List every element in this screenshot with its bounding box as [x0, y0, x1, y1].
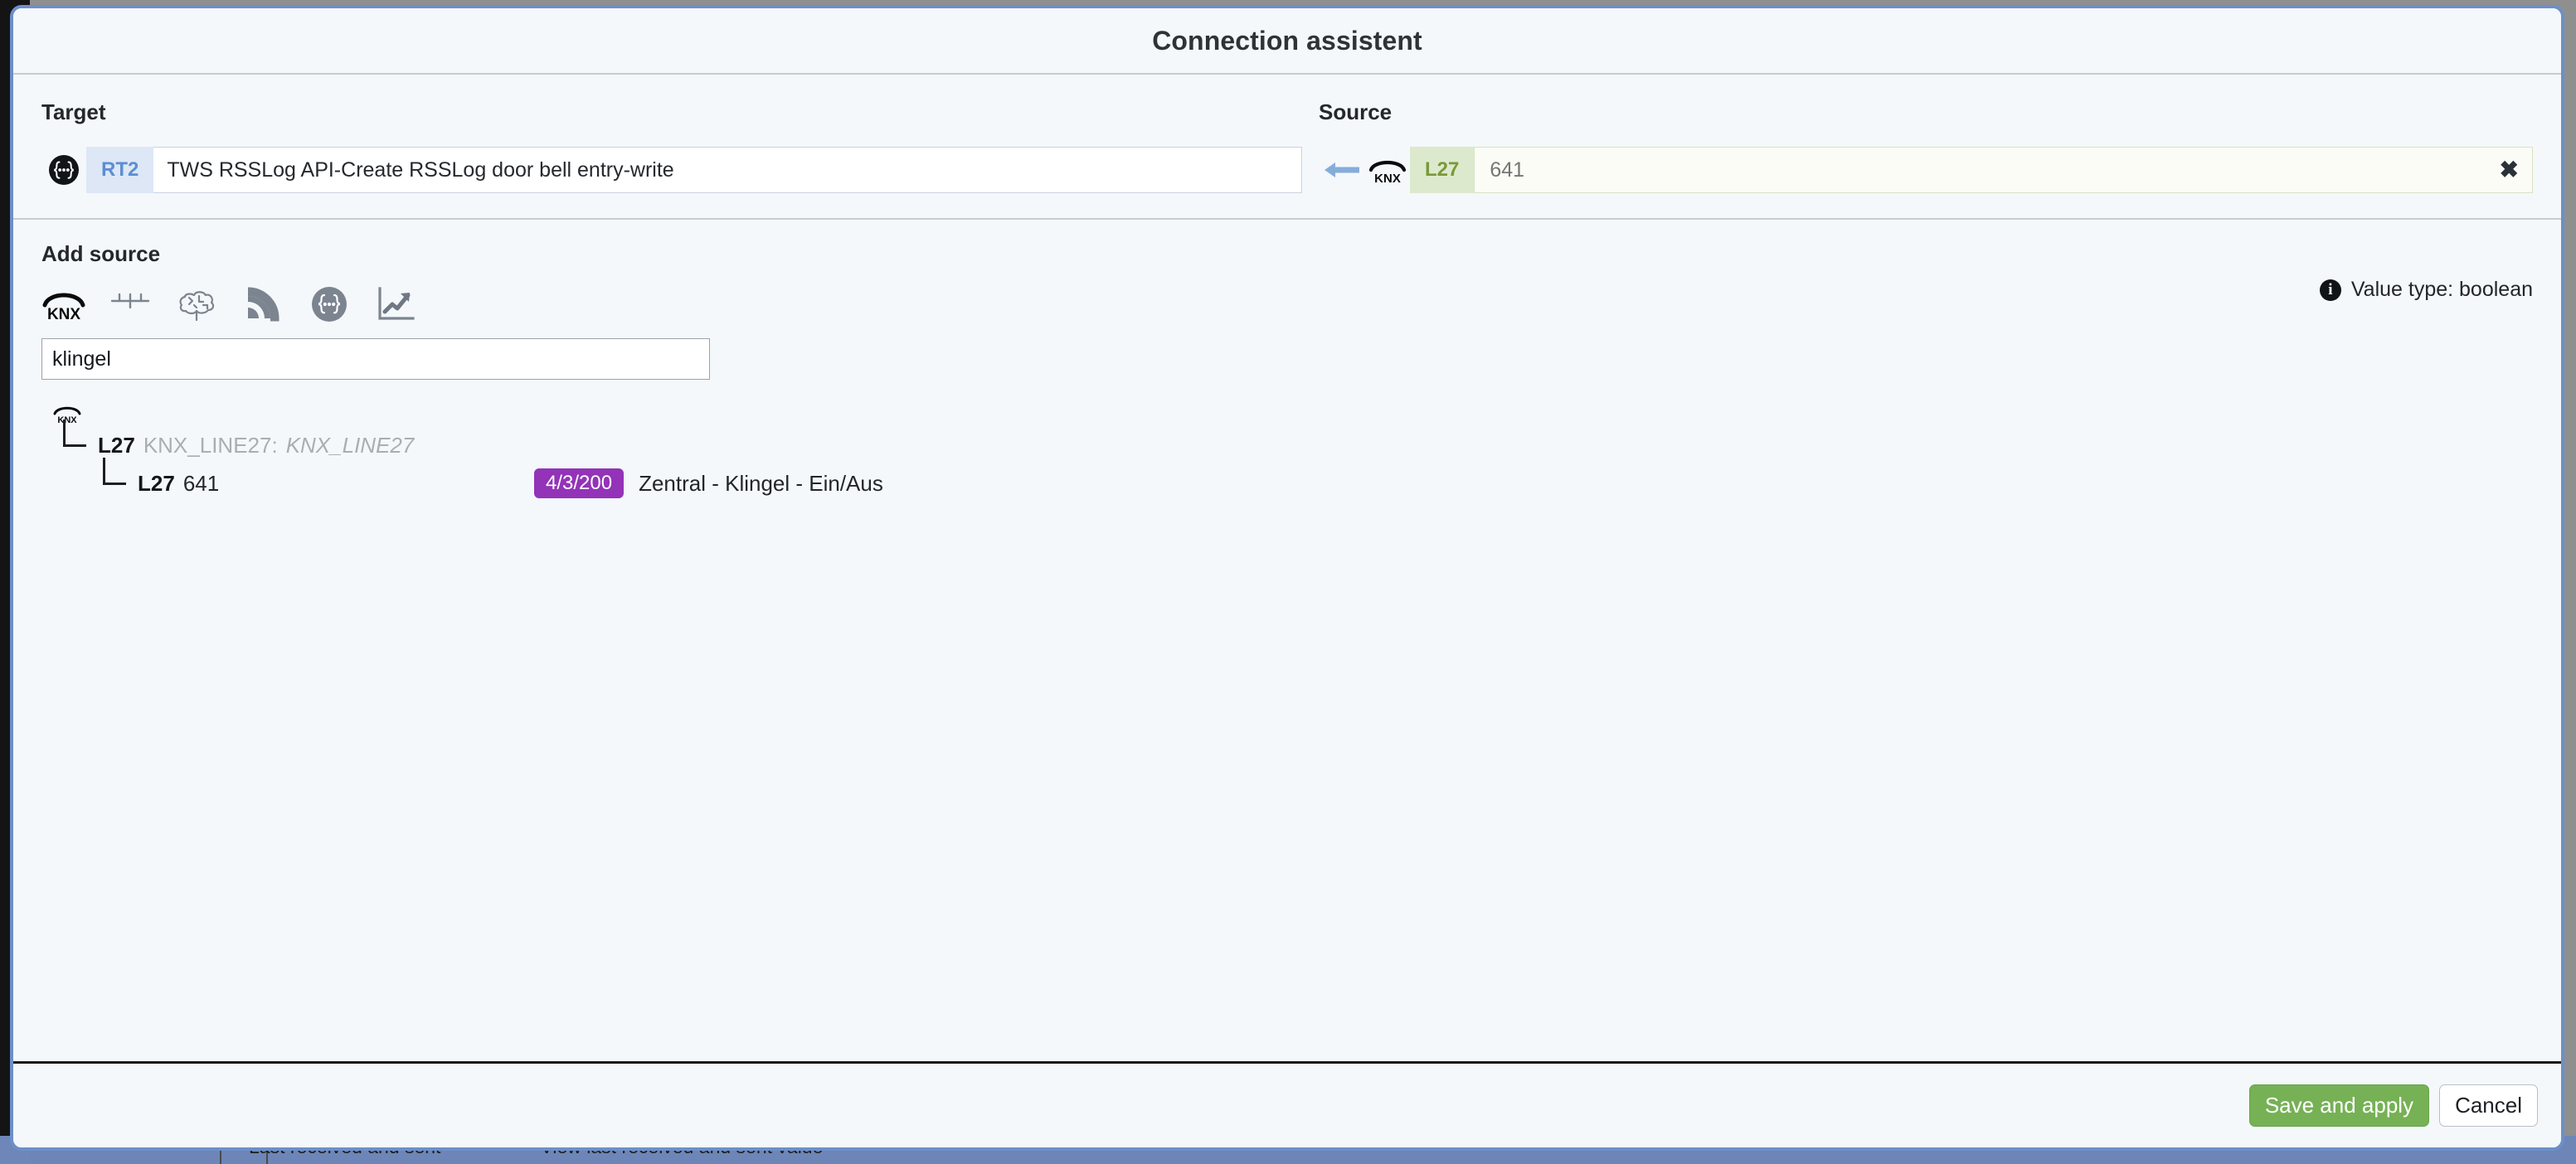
- save-and-apply-button[interactable]: Save and apply: [2248, 1084, 2430, 1128]
- source-results-tree: KNX L27 KNX_LINE27: KNX_LINE27 L27 641 4…: [13, 380, 2561, 502]
- add-source-section: Add source KNX i Value type: boolean kli…: [13, 220, 2561, 380]
- tree-item-value: 641: [182, 470, 220, 496]
- target-endpoint-row: RT2 TWS RSSLog API-Create RSSLog door be…: [41, 147, 1302, 193]
- group-address-description: Zentral - Klingel - Ein/Aus: [639, 470, 883, 496]
- source-type-tag: L27: [1425, 158, 1460, 181]
- group-address-badge: 4/3/200: [534, 468, 625, 498]
- target-type-tag: RT2: [101, 158, 139, 181]
- dialog-titlebar: Connection assistent: [13, 8, 2561, 75]
- source-heading: Source: [1319, 99, 1392, 124]
- tree-line-id: L27: [98, 432, 135, 458]
- source-value-field[interactable]: ✖: [1474, 147, 2533, 193]
- value-type-label: Value type: boolean: [2350, 278, 2533, 301]
- source-endpoint-row: KNX L27 ✖: [1319, 147, 2533, 193]
- knx-logo-icon[interactable]: KNX: [41, 285, 86, 323]
- svg-text:KNX: KNX: [57, 415, 77, 424]
- source-value-input[interactable]: [1488, 157, 2490, 183]
- dialog-title: Connection assistent: [1152, 25, 1422, 56]
- knx-logo-icon: KNX: [53, 403, 2533, 424]
- tree-item-id: L27: [138, 470, 175, 496]
- target-field-group: RT2 TWS RSSLog API-Create RSSLog door be…: [86, 147, 1302, 193]
- value-type-note: i Value type: boolean: [2319, 278, 2533, 302]
- tree-line-name: KNX_LINE27:: [143, 432, 278, 458]
- dialog-footer: Save and apply Cancel: [13, 1061, 2561, 1147]
- knx-logo-icon: KNX: [1365, 156, 1410, 184]
- connection-row: Target RT2 TWS RSSLog API-Create RSSLog …: [13, 75, 2561, 193]
- rss-signal-icon[interactable]: [241, 285, 285, 323]
- brain-icon[interactable]: [174, 285, 219, 323]
- clear-source-icon[interactable]: ✖: [2490, 158, 2519, 182]
- chart-trend-icon[interactable]: [373, 285, 418, 323]
- svg-text:KNX: KNX: [47, 306, 80, 321]
- cancel-button[interactable]: Cancel: [2439, 1084, 2538, 1128]
- target-value-field[interactable]: TWS RSSLog API-Create RSSLog door bell e…: [153, 147, 1302, 193]
- arrow-left-icon: [1319, 159, 1365, 181]
- source-type-selector: KNX: [41, 282, 2533, 327]
- tree-elbow-icon: [63, 420, 93, 459]
- add-source-heading: Add source: [41, 241, 161, 266]
- tree-elbow-icon: [103, 458, 133, 497]
- source-column: Source KNX L27 641 ✖: [1302, 99, 2533, 193]
- tree-line-alias: KNX_LINE27: [285, 432, 415, 458]
- tree-node-line[interactable]: L27 KNX_LINE27: KNX_LINE27: [41, 420, 2533, 464]
- tree-node-item[interactable]: L27 641 4/3/200 Zentral - Klingel - Ein/…: [41, 458, 2533, 502]
- json-braces-circle-icon: [41, 154, 86, 186]
- target-column: Target RT2 TWS RSSLog API-Create RSSLog …: [41, 99, 1302, 193]
- connection-assistant-dialog: Connection assistent Target RT2 TWS RSSL…: [10, 5, 2564, 1151]
- tree-item-left: L27 641: [103, 458, 534, 497]
- source-search-input[interactable]: [41, 338, 710, 380]
- json-braces-circle-icon[interactable]: [307, 285, 352, 323]
- info-icon: i: [2319, 279, 2341, 301]
- dialog-body: Target RT2 TWS RSSLog API-Create RSSLog …: [13, 75, 2561, 1061]
- svg-text:KNX: KNX: [1374, 172, 1401, 184]
- target-heading: Target: [41, 99, 106, 124]
- logic-wire-icon[interactable]: [108, 285, 153, 323]
- source-field-group: L27 ✖: [1410, 147, 2533, 193]
